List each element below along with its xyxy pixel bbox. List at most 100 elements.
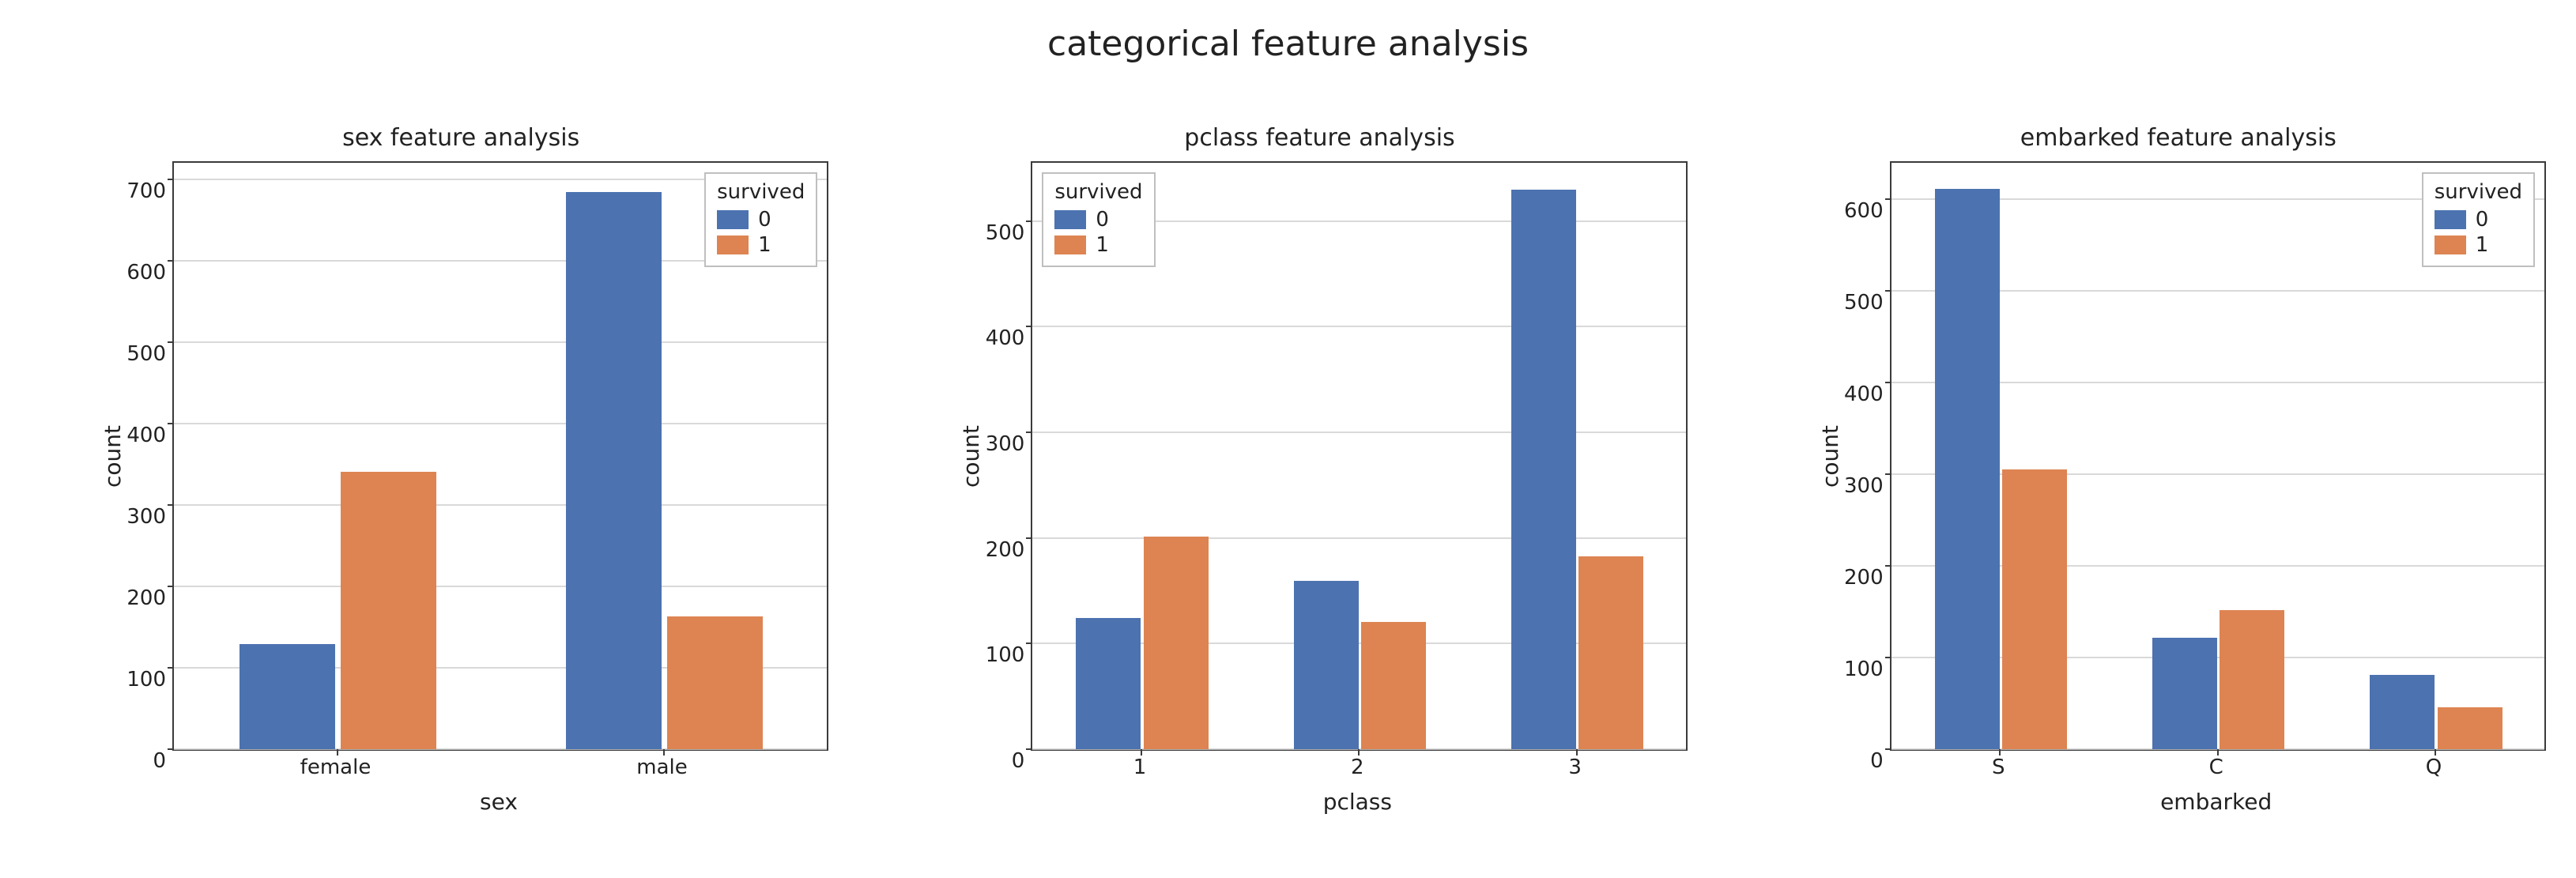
y-axis-label: count [953, 163, 985, 751]
y-ticks: 0100200300400500600 [1844, 163, 1890, 751]
bar [2370, 675, 2435, 749]
x-ticks: female male [95, 751, 827, 786]
x-tick-label: male [636, 756, 687, 779]
legend-title: survived [1054, 180, 1142, 204]
y-tick-label: 300 [986, 432, 1025, 456]
grid-line [1032, 431, 1685, 433]
y-tick-label: 600 [126, 261, 166, 285]
y-tick-label: 200 [986, 538, 1025, 562]
y-tick-label: 200 [126, 586, 166, 610]
legend-swatch-icon [1054, 236, 1086, 254]
x-ticks: SCQ [1812, 751, 2544, 786]
figure-suptitle: categorical feature analysis [0, 24, 2576, 64]
bar [1511, 190, 1576, 749]
legend: survived 01 [704, 172, 817, 267]
y-tick-label: 600 [1844, 199, 1884, 223]
y-tick-label: 300 [126, 505, 166, 529]
x-tick-label: C [2209, 756, 2223, 779]
x-tick-label: 3 [1568, 756, 1582, 779]
grid-line [174, 586, 827, 587]
x-axis-label: embarked [1890, 789, 2543, 815]
y-ticks: 0100200300400500600700 [126, 163, 172, 751]
subplot-title: pclass feature analysis [953, 126, 1685, 163]
subplot-embarked: embarked feature analysiscount 0 100 200 300… [1812, 126, 2544, 815]
y-tick-label: 100 [126, 668, 166, 691]
x-tick-label: 2 [1351, 756, 1364, 779]
legend-item-label: 1 [1096, 232, 1109, 258]
y-tick-label: 700 [126, 179, 166, 203]
legend-item: 1 [1054, 232, 1142, 258]
bar [667, 616, 764, 749]
bar [1294, 581, 1359, 749]
x-tick-label: S [1992, 756, 2005, 779]
subplot-title: sex feature analysis [95, 126, 827, 163]
axes: count 0 100 200 300 400 500 survived 01 [953, 163, 1685, 751]
axes: count 0 100 200 300 400 500 600 700 survived 01 [95, 163, 827, 751]
legend: survived 01 [1042, 172, 1155, 267]
x-axis-label: sex [172, 789, 825, 815]
legend-title: survived [2435, 180, 2522, 204]
legend-swatch-icon [2435, 210, 2466, 229]
y-tick-label: 500 [1844, 291, 1884, 315]
x-tick-label: 1 [1133, 756, 1147, 779]
legend-swatch-icon [717, 210, 749, 229]
grid-line [174, 504, 827, 506]
plot-area: survived 01 [172, 163, 827, 751]
legend-item-label: 1 [2476, 232, 2489, 258]
legend-item-label: 0 [1096, 207, 1109, 232]
legend-swatch-icon [2435, 236, 2466, 254]
x-tick-label: female [300, 756, 372, 779]
y-axis-label: count [95, 163, 126, 751]
bar [1076, 618, 1141, 749]
grid-line [1032, 326, 1685, 327]
y-tick-label: 100 [1844, 658, 1884, 681]
y-tick-label: 400 [986, 326, 1025, 350]
y-tick-label: 500 [986, 221, 1025, 245]
y-tick-label: 300 [1844, 474, 1884, 498]
bar [2002, 469, 2067, 749]
bar [341, 472, 437, 749]
y-tick-label: 400 [126, 424, 166, 447]
legend-swatch-icon [717, 236, 749, 254]
legend-item: 1 [2435, 232, 2522, 258]
subplots-row: sex feature analysiscount010020030040050… [95, 126, 2544, 815]
plot-area: survived 01 [1890, 163, 2544, 751]
x-axis-label: pclass [1031, 789, 1684, 815]
bar [2438, 707, 2502, 749]
legend-title: survived [717, 180, 805, 204]
x-tick-label: Q [2426, 756, 2442, 779]
x-ticks: 1 2 3 [953, 751, 1685, 786]
bar [2220, 610, 2284, 749]
bar [2152, 638, 2217, 749]
grid-line [1032, 537, 1685, 539]
legend-item-label: 0 [758, 207, 771, 232]
grid-line [174, 341, 827, 343]
plot-area: survived 01 [1031, 163, 1685, 751]
grid-line [174, 423, 827, 424]
y-tick-label: 200 [1844, 566, 1884, 590]
bar [566, 192, 662, 749]
bar [1144, 537, 1209, 749]
legend-item-label: 1 [758, 232, 771, 258]
y-tick-label: 100 [986, 643, 1025, 667]
legend-swatch-icon [1054, 210, 1086, 229]
legend-item: 0 [717, 207, 805, 232]
bar [1361, 622, 1426, 749]
y-ticks: 0100200300400500 [985, 163, 1031, 751]
y-tick-label: 500 [126, 342, 166, 366]
y-axis-label: count [1812, 163, 1844, 751]
bar [239, 644, 336, 749]
subplot-pclass: pclass feature analysiscount 0 100 200 300 40… [953, 126, 1685, 815]
legend-item: 0 [2435, 207, 2522, 232]
subplot-sex: sex feature analysiscount 0 100 200 300 400 50… [95, 126, 827, 815]
legend-item: 1 [717, 232, 805, 258]
figure: categorical feature analysis sex feature… [0, 0, 2576, 878]
bar [1578, 556, 1643, 749]
legend: survived 01 [2422, 172, 2535, 267]
bar [1935, 189, 2000, 749]
y-tick-label: 400 [1844, 382, 1884, 406]
subplot-title: embarked feature analysis [1812, 126, 2544, 163]
legend-item-label: 0 [2476, 207, 2489, 232]
axes: count 0 100 200 300 400 500 600 survived 01 [1812, 163, 2544, 751]
legend-item: 0 [1054, 207, 1142, 232]
